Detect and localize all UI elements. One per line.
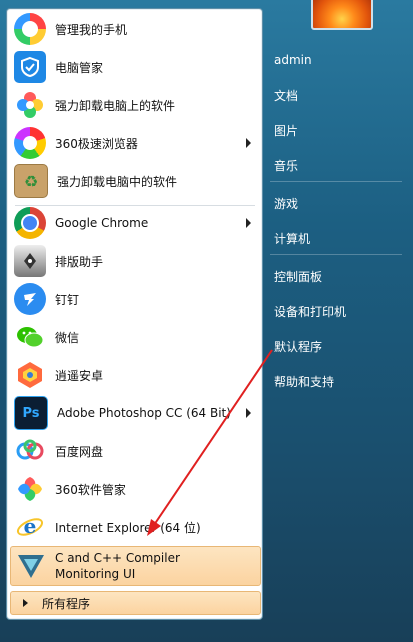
- program-label: 管理我的手机: [55, 22, 128, 37]
- baidu-cloud-icon: [14, 435, 46, 467]
- ie-icon: e: [14, 511, 46, 543]
- right-link-help-support[interactable]: 帮助和支持: [266, 367, 406, 395]
- program-label: 排版助手: [55, 254, 104, 269]
- program-label: 360极速浏览器: [55, 136, 138, 151]
- program-item[interactable]: 管理我的手机: [11, 11, 259, 47]
- program-label: 微信: [55, 330, 80, 345]
- right-link-documents[interactable]: 文档: [266, 81, 406, 109]
- start-menu: 管理我的手机 电脑管家 强力卸载电脑上的软件 360极速浏览器 ♻ 强力卸载电脑…: [0, 0, 413, 642]
- program-label: 逍遥安卓: [55, 368, 104, 383]
- program-item[interactable]: 微信: [11, 319, 259, 355]
- program-label: 强力卸载电脑上的软件: [55, 98, 176, 113]
- program-label: 强力卸载电脑中的软件: [57, 174, 178, 189]
- right-link-devices-printers[interactable]: 设备和打印机: [266, 297, 406, 325]
- separator: [270, 254, 402, 255]
- program-item[interactable]: 钉钉: [11, 281, 259, 317]
- recycle-box-icon: ♻: [14, 164, 48, 198]
- right-links-pane: admin 文档 图片 音乐 游戏 计算机 控制面板 设备和打印机 默认程序 帮…: [262, 0, 413, 642]
- program-label: 360软件管家: [55, 482, 126, 497]
- program-label: 电脑管家: [55, 60, 104, 75]
- svg-text:e: e: [24, 514, 37, 538]
- program-label: Internet Explorer (64 位): [55, 520, 201, 535]
- right-link-default-programs[interactable]: 默认程序: [266, 332, 406, 360]
- program-item[interactable]: 360软件管家: [11, 471, 259, 507]
- browser-360-icon: [14, 127, 46, 159]
- all-programs-button[interactable]: 所有程序: [10, 591, 261, 615]
- android-emulator-icon: [14, 359, 46, 391]
- wechat-icon: [14, 321, 46, 353]
- pc-manager-shield-icon: [14, 51, 46, 83]
- all-programs-label: 所有程序: [42, 596, 91, 611]
- program-label: Google Chrome: [55, 216, 149, 230]
- dingtalk-icon: [14, 283, 46, 315]
- highlighted-program-item[interactable]: C and C++ Compiler Monitoring UI: [10, 546, 261, 586]
- separator: [270, 181, 402, 182]
- phone-manager-icon: [14, 13, 46, 45]
- program-item[interactable]: ♻ 强力卸载电脑中的软件: [11, 163, 259, 199]
- right-link-pictures[interactable]: 图片: [266, 116, 406, 144]
- programs-pane: 管理我的手机 电脑管家 强力卸载电脑上的软件 360极速浏览器 ♻ 强力卸载电脑…: [6, 8, 263, 620]
- program-label: 百度网盘: [55, 444, 104, 459]
- right-link-control-panel[interactable]: 控制面板: [266, 262, 406, 290]
- program-label-line2: Monitoring UI: [55, 567, 136, 581]
- program-item[interactable]: e Internet Explorer (64 位): [11, 509, 259, 545]
- program-item[interactable]: Google Chrome: [11, 205, 259, 241]
- program-item[interactable]: 排版助手: [11, 243, 259, 279]
- expand-arrow-icon: [23, 599, 28, 607]
- submenu-arrow-icon: [246, 138, 251, 148]
- chrome-icon: [14, 207, 46, 239]
- right-link-music[interactable]: 音乐: [266, 151, 406, 179]
- right-link-games[interactable]: 游戏: [266, 189, 406, 217]
- program-item[interactable]: 百度网盘: [11, 433, 259, 469]
- program-item[interactable]: 强力卸载电脑上的软件: [11, 87, 259, 123]
- program-item[interactable]: 360极速浏览器: [11, 125, 259, 161]
- program-label-line1: C and C++ Compiler: [55, 551, 180, 565]
- program-item[interactable]: Ps Adobe Photoshop CC (64 Bit): [11, 395, 259, 431]
- program-label: 钉钉: [55, 292, 80, 307]
- user-avatar[interactable]: [311, 0, 373, 30]
- program-item[interactable]: 逍遥安卓: [11, 357, 259, 393]
- right-link-computer[interactable]: 计算机: [266, 224, 406, 252]
- right-link-admin[interactable]: admin: [266, 46, 406, 74]
- program-item[interactable]: 电脑管家: [11, 49, 259, 85]
- submenu-arrow-icon: [246, 408, 251, 418]
- software-manager-icon: [14, 473, 46, 505]
- compiler-monitor-icon: [16, 551, 46, 581]
- uninstall-flower-icon: [14, 89, 46, 121]
- submenu-arrow-icon: [246, 218, 251, 228]
- pen-nib-icon: [14, 245, 46, 277]
- program-label: Adobe Photoshop CC (64 Bit): [57, 406, 231, 420]
- photoshop-icon: Ps: [14, 396, 48, 430]
